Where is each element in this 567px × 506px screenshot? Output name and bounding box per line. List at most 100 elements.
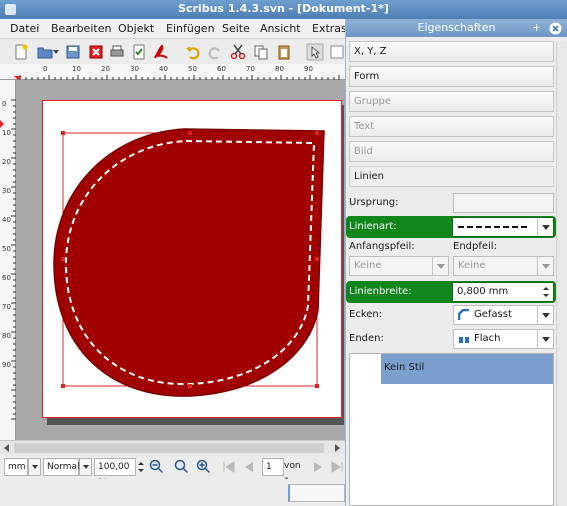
page-number-input[interactable]: 1 [262, 458, 284, 476]
zoom-input[interactable]: 100,00 % [94, 458, 136, 488]
ruler-label: 50 [188, 65, 197, 73]
ruler-label: 50 [2, 245, 11, 253]
start-arrow-value: Keine [354, 260, 382, 271]
panel-float-icon[interactable]: + [532, 21, 541, 34]
menu-ansicht[interactable]: Ansicht [260, 22, 301, 35]
new-document-icon[interactable] [12, 43, 30, 61]
tab-text[interactable]: Text [349, 116, 554, 137]
tab-form[interactable]: Form [349, 66, 554, 87]
bevel-join-icon [458, 309, 469, 320]
ruler-label: 90 [2, 361, 11, 369]
print-icon[interactable] [108, 43, 126, 61]
previous-page-icon[interactable] [241, 459, 257, 475]
redo-icon[interactable] [206, 43, 224, 61]
preview-mode-select[interactable]: Normal [43, 458, 80, 476]
unit-select[interactable]: mm [4, 458, 28, 476]
menu-seite[interactable]: Seite [222, 22, 250, 35]
tab-xyz[interactable]: X, Y, Z [349, 41, 554, 62]
linetype-label: Linienart: [349, 221, 397, 232]
preview-mode-dropdown[interactable] [79, 458, 92, 476]
ruler-label: 0 [43, 65, 48, 73]
corners-dropdown-arrow[interactable] [537, 306, 553, 324]
title-bar: Scribus 1.4.3.svn - [Dokument-1*] [0, 0, 567, 19]
ends-label: Enden: [349, 333, 384, 344]
origin-field[interactable] [453, 193, 554, 213]
teardrop-shape [53, 128, 325, 397]
list-item-preview [350, 354, 381, 384]
selection-handle [61, 131, 65, 135]
document-canvas[interactable] [16, 80, 345, 440]
menu-extras[interactable]: Extras [312, 22, 347, 35]
zoom-out-icon[interactable] [149, 459, 165, 475]
selection-handle [315, 131, 319, 135]
corners-label: Ecken: [349, 309, 383, 320]
ruler-label: 60 [2, 274, 11, 282]
copy-icon[interactable] [252, 43, 270, 61]
end-arrow-select[interactable]: Keine [453, 256, 554, 276]
ruler-label: 90 [304, 65, 313, 73]
ruler-label: 0 [2, 100, 7, 108]
undo-icon[interactable] [184, 43, 202, 61]
pdf-export-icon[interactable] [152, 43, 170, 61]
selected-shape[interactable] [42, 100, 342, 418]
zoom-stepper-icon[interactable] [137, 459, 145, 475]
window-title: Scribus 1.4.3.svn - [Dokument-1*] [178, 2, 389, 15]
menu-datei[interactable]: Datei [10, 22, 39, 35]
linetype-select[interactable] [452, 217, 554, 237]
menu-objekt[interactable]: Objekt [118, 22, 154, 35]
zoom-100-icon[interactable] [174, 459, 190, 475]
ruler-label: 10 [72, 65, 81, 73]
tab-gruppe[interactable]: Gruppe [349, 91, 554, 112]
horizontal-ruler-ticks [14, 75, 340, 80]
document-page[interactable] [42, 100, 342, 418]
select-icon[interactable] [306, 43, 324, 61]
ruler-label: 10 [2, 129, 11, 137]
menu-einfuegen[interactable]: Einfügen [166, 22, 215, 35]
corners-select[interactable]: Gefasst [453, 305, 554, 325]
horizontal-scrollbar[interactable] [0, 440, 345, 454]
ruler-label: 40 [159, 65, 168, 73]
save-icon[interactable] [64, 43, 82, 61]
ruler-label: 30 [2, 187, 11, 195]
selection-handle [315, 384, 319, 388]
end-arrow-value: Keine [458, 260, 486, 271]
ends-select[interactable]: Flach [453, 329, 554, 349]
panel-scrollbar[interactable] [556, 41, 567, 506]
dashed-line-sample-icon [458, 226, 528, 228]
line-style-list[interactable]: Kein Stil [349, 353, 554, 506]
end-arrow-dropdown-arrow[interactable] [537, 257, 553, 275]
tab-linien[interactable]: Linien [349, 166, 554, 187]
linewidth-input[interactable]: 0,800 mm [452, 282, 554, 302]
properties-panel: Eigenschaften + X, Y, Z Form Gruppe Text… [345, 19, 567, 506]
panel-close-icon[interactable] [549, 22, 562, 35]
preflight-icon[interactable] [130, 43, 148, 61]
edit-contents-icon[interactable] [328, 43, 346, 61]
first-page-icon[interactable] [221, 459, 237, 475]
ruler-label: 20 [2, 158, 11, 166]
toolbar [0, 40, 345, 64]
start-arrow-dropdown-arrow[interactable] [432, 257, 448, 275]
horizontal-ruler[interactable]: 0 10 20 30 40 50 60 70 80 90 [0, 64, 345, 80]
status-bar: mm Normal 100,00 % 1 von 1 [0, 455, 345, 488]
selection-handle [61, 257, 65, 261]
menu-bearbeiten[interactable]: Bearbeiten [51, 22, 111, 35]
next-page-icon[interactable] [310, 459, 326, 475]
ruler-label: 40 [2, 216, 11, 224]
vertical-ruler[interactable]: 0 10 20 30 40 50 60 70 80 90 [0, 80, 16, 440]
ends-value: Flach [474, 333, 501, 344]
paste-icon[interactable] [275, 43, 293, 61]
ends-dropdown-arrow[interactable] [537, 330, 553, 348]
linetype-dropdown-arrow[interactable] [537, 218, 553, 236]
start-arrow-label: Anfangspfeil: [349, 241, 415, 252]
start-arrow-select[interactable]: Keine [349, 256, 449, 276]
page-count-label: von 1 [284, 461, 301, 487]
tab-bild[interactable]: Bild [349, 141, 554, 162]
unit-dropdown[interactable] [28, 458, 41, 476]
close-icon[interactable] [87, 43, 105, 61]
cut-icon[interactable] [229, 43, 247, 61]
linewidth-stepper-icon[interactable] [542, 284, 550, 300]
zoom-in-icon[interactable] [196, 459, 212, 475]
linewidth-value: 0,800 mm [457, 286, 509, 297]
origin-label: Ursprung: [349, 197, 399, 208]
last-page-icon[interactable] [329, 459, 345, 475]
